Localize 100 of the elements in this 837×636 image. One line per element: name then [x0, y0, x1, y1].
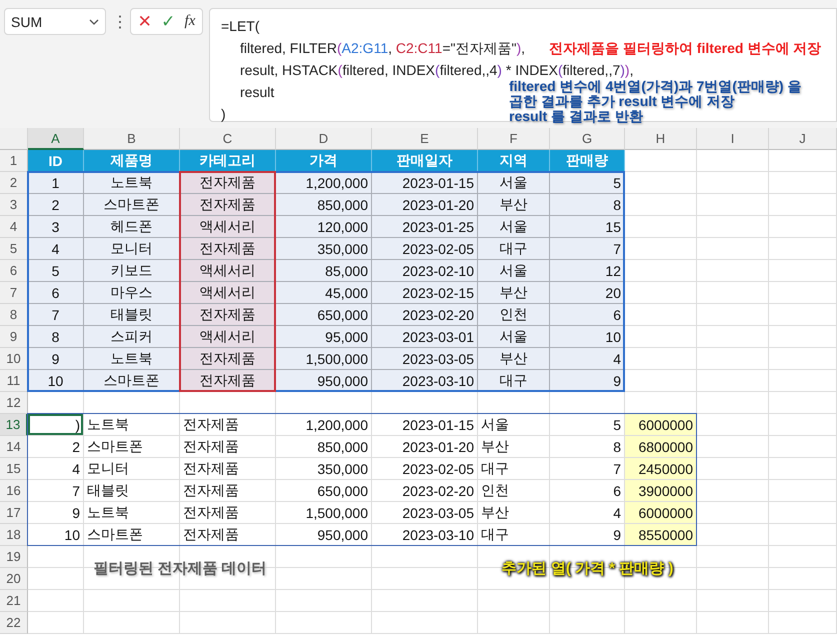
empty-cell[interactable]: [276, 612, 372, 634]
empty-cell[interactable]: [372, 612, 478, 634]
more-options-icon[interactable]: ⋮: [112, 12, 124, 32]
column-header[interactable]: I: [697, 128, 769, 150]
cancel-button[interactable]: ✕: [138, 13, 152, 30]
empty-cell[interactable]: [697, 282, 769, 304]
empty-cell[interactable]: [697, 326, 769, 348]
row-header[interactable]: 4: [0, 216, 28, 238]
row-header[interactable]: 5: [0, 238, 28, 260]
row-header[interactable]: 1: [0, 150, 28, 172]
empty-cell[interactable]: [697, 238, 769, 260]
empty-cell[interactable]: [180, 590, 276, 612]
row-header[interactable]: 13: [0, 414, 28, 436]
row-header[interactable]: 10: [0, 348, 28, 370]
empty-cell[interactable]: [697, 304, 769, 326]
empty-cell[interactable]: [769, 414, 837, 436]
column-header[interactable]: J: [769, 128, 837, 150]
table-header-cell: 카테고리: [180, 150, 276, 172]
table-cell: 액세서리: [180, 326, 276, 348]
name-box[interactable]: SUM: [4, 8, 106, 35]
result-cell: 전자제품: [180, 436, 276, 458]
empty-cell[interactable]: [769, 480, 837, 502]
row-header[interactable]: 2: [0, 172, 28, 194]
row-header[interactable]: 14: [0, 436, 28, 458]
empty-cell[interactable]: [769, 238, 837, 260]
empty-cell[interactable]: [372, 590, 478, 612]
row-header[interactable]: 7: [0, 282, 28, 304]
row-header[interactable]: 20: [0, 568, 28, 590]
empty-cell[interactable]: [769, 260, 837, 282]
table-cell: 부산: [478, 348, 550, 370]
row-header[interactable]: 6: [0, 260, 28, 282]
empty-cell[interactable]: [769, 546, 837, 568]
empty-cell[interactable]: [276, 546, 372, 568]
empty-cell[interactable]: [769, 282, 837, 304]
chevron-down-icon[interactable]: [89, 18, 99, 24]
empty-cell[interactable]: [180, 612, 276, 634]
empty-cell[interactable]: [769, 216, 837, 238]
row-header[interactable]: 3: [0, 194, 28, 216]
empty-cell[interactable]: [84, 590, 180, 612]
empty-cell[interactable]: [478, 590, 550, 612]
empty-cell[interactable]: [697, 392, 769, 414]
row-header[interactable]: 21: [0, 590, 28, 612]
empty-cell[interactable]: [372, 546, 478, 568]
empty-cell[interactable]: [697, 590, 769, 612]
empty-cell[interactable]: [372, 568, 478, 590]
select-all-corner[interactable]: [0, 128, 28, 150]
row-header[interactable]: 17: [0, 502, 28, 524]
row-header[interactable]: 16: [0, 480, 28, 502]
empty-cell[interactable]: [697, 568, 769, 590]
column-header[interactable]: C: [180, 128, 276, 150]
column-header[interactable]: D: [276, 128, 372, 150]
empty-cell[interactable]: [625, 612, 697, 634]
empty-cell[interactable]: [769, 392, 837, 414]
enter-button[interactable]: ✓: [161, 13, 176, 30]
empty-cell[interactable]: [769, 348, 837, 370]
empty-cell[interactable]: [697, 194, 769, 216]
row-header[interactable]: 22: [0, 612, 28, 634]
row-header[interactable]: 15: [0, 458, 28, 480]
empty-cell[interactable]: [769, 568, 837, 590]
empty-cell[interactable]: [276, 590, 372, 612]
empty-cell[interactable]: [550, 612, 625, 634]
empty-cell[interactable]: [276, 568, 372, 590]
empty-cell[interactable]: [769, 436, 837, 458]
column-header[interactable]: G: [550, 128, 625, 150]
empty-cell[interactable]: [697, 260, 769, 282]
empty-cell[interactable]: [769, 150, 837, 172]
column-header[interactable]: E: [372, 128, 478, 150]
row-header[interactable]: 11: [0, 370, 28, 392]
empty-cell[interactable]: [769, 194, 837, 216]
empty-cell[interactable]: [769, 326, 837, 348]
empty-cell[interactable]: [697, 546, 769, 568]
empty-cell[interactable]: [478, 612, 550, 634]
empty-cell[interactable]: [625, 590, 697, 612]
empty-cell[interactable]: [769, 370, 837, 392]
row-header[interactable]: 19: [0, 546, 28, 568]
empty-cell[interactable]: [769, 172, 837, 194]
empty-cell[interactable]: [697, 172, 769, 194]
empty-cell[interactable]: [697, 612, 769, 634]
empty-cell[interactable]: [769, 524, 837, 546]
column-header[interactable]: B: [84, 128, 180, 150]
empty-cell[interactable]: [769, 612, 837, 634]
row-header[interactable]: 8: [0, 304, 28, 326]
empty-cell[interactable]: [769, 304, 837, 326]
empty-cell[interactable]: [769, 502, 837, 524]
empty-cell[interactable]: [697, 150, 769, 172]
empty-cell[interactable]: [697, 348, 769, 370]
row-header[interactable]: 18: [0, 524, 28, 546]
empty-cell[interactable]: [550, 590, 625, 612]
insert-function-button[interactable]: fx: [184, 14, 196, 29]
result-cell: 4: [550, 502, 625, 524]
empty-cell[interactable]: [84, 612, 180, 634]
empty-cell[interactable]: [769, 458, 837, 480]
column-header[interactable]: H: [625, 128, 697, 150]
row-header[interactable]: 9: [0, 326, 28, 348]
row-header[interactable]: 12: [0, 392, 28, 414]
column-header[interactable]: A: [28, 128, 84, 150]
empty-cell[interactable]: [697, 370, 769, 392]
column-header[interactable]: F: [478, 128, 550, 150]
empty-cell[interactable]: [769, 590, 837, 612]
empty-cell[interactable]: [697, 216, 769, 238]
